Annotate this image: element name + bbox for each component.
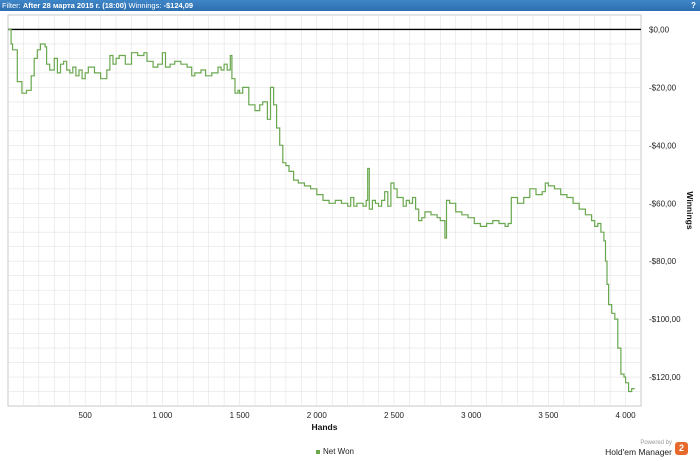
x-tick-label: 2 500 [384, 411, 405, 420]
y-tick-label: -$60,00 [649, 199, 677, 208]
product-name: Hold'em Manager [605, 447, 672, 457]
x-axis-label: Hands [312, 422, 338, 432]
x-tick-label: 4 000 [616, 411, 637, 420]
y-tick-label: -$120,00 [649, 373, 681, 382]
x-tick-label: 500 [79, 411, 93, 420]
powered-by-badge: Powered by Hold'em Manager 2 [598, 440, 688, 458]
hem-logo-icon: 2 [675, 442, 688, 455]
chart-legend: Net Won [316, 447, 354, 456]
winnings-value: -$124,09 [163, 1, 194, 10]
plot-area [7, 14, 642, 407]
winnings-label: Winnings: [128, 1, 162, 10]
x-tick-label: 3 000 [461, 411, 482, 420]
y-tick-label: -$100,00 [649, 315, 681, 324]
x-tick-label: 1 000 [152, 411, 173, 420]
y-tick-label: -$80,00 [649, 257, 677, 266]
x-tick-label: 3 500 [538, 411, 559, 420]
legend-swatch [316, 449, 320, 454]
chart-grid [7, 14, 642, 407]
winnings-chart: 500 1 000 1 500 2 000 2 500 3 000 3 500 4 000 $0… [7, 14, 695, 432]
x-tick-label: 1 500 [230, 411, 251, 420]
powered-by-text: Powered by [640, 440, 672, 446]
filter-label: Filter: [2, 1, 21, 10]
filter-value: After 28 марта 2015 г. (18:00) [22, 1, 127, 10]
help-icon[interactable]: ? [689, 1, 698, 10]
legend-label: Net Won [323, 447, 354, 456]
x-tick-label: 2 000 [307, 411, 328, 420]
y-tick-label: -$20,00 [649, 83, 677, 92]
y-axis-label: Winnings [685, 191, 695, 229]
filter-bar: Filter: After 28 марта 2015 г. (18:00) W… [0, 0, 700, 11]
y-tick-label: $0,00 [649, 25, 670, 34]
y-tick-label: -$40,00 [649, 141, 677, 150]
